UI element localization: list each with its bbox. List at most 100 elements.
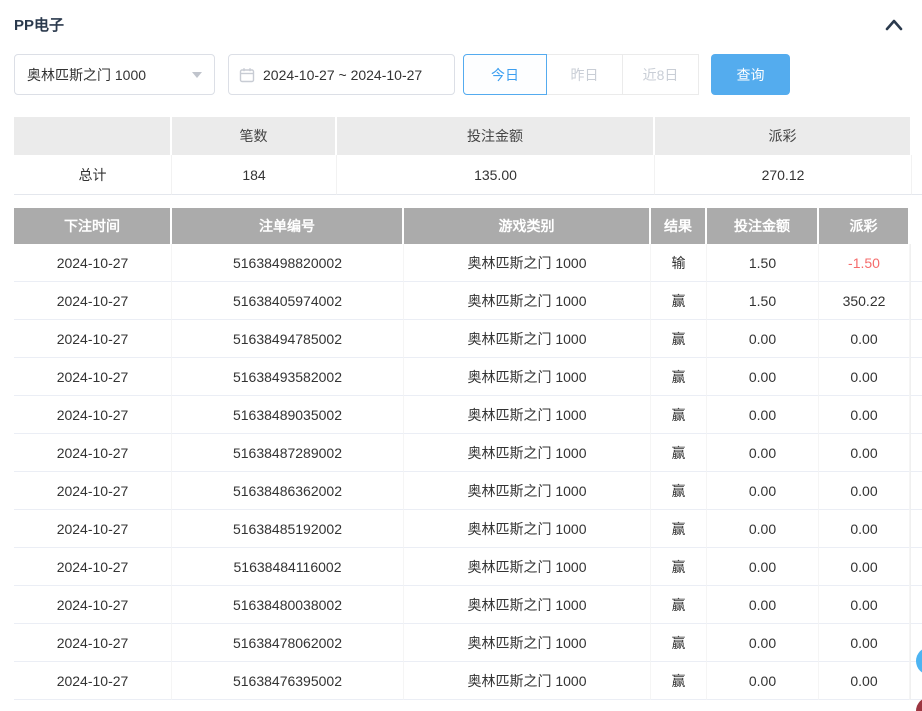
bet-result: 赢	[651, 396, 707, 434]
bet-time: 2024-10-27	[14, 586, 172, 624]
quick-range-button[interactable]: 近8日	[622, 54, 699, 95]
search-button[interactable]: 查询	[711, 54, 790, 95]
bet-amount: 0.00	[707, 320, 819, 358]
summary-table: 笔数 投注金额 派彩 总计 184 135.00 270.12	[14, 117, 922, 195]
bet-header-cell: 结果	[651, 208, 707, 244]
summary-overflow-cell	[912, 155, 922, 195]
bet-payout: 0.00	[819, 358, 910, 396]
bet-time: 2024-10-27	[14, 434, 172, 472]
bet-game: 奥林匹斯之门 1000	[404, 510, 651, 548]
summary-header-cell: 笔数	[172, 117, 337, 155]
game-select[interactable]: 奥林匹斯之门 1000	[14, 54, 215, 95]
bet-game: 奥林匹斯之门 1000	[404, 244, 651, 282]
bet-amount: 0.00	[707, 586, 819, 624]
bet-payout: 0.00	[819, 586, 910, 624]
quick-range-button[interactable]: 昨日	[546, 54, 623, 95]
bet-time: 2024-10-27	[14, 472, 172, 510]
bet-game: 奥林匹斯之门 1000	[404, 586, 651, 624]
bet-game: 奥林匹斯之门 1000	[404, 662, 651, 700]
chevron-up-icon[interactable]	[884, 18, 904, 32]
bet-game: 奥林匹斯之门 1000	[404, 320, 651, 358]
bet-game: 奥林匹斯之门 1000	[404, 358, 651, 396]
bet-header-cell: 派彩	[819, 208, 910, 244]
bet-row: 2024-10-27 51638478062002 奥林匹斯之门 1000 赢 …	[14, 624, 922, 662]
bet-id: 51638494785002	[172, 320, 404, 358]
bet-row: 2024-10-27 51638487289002 奥林匹斯之门 1000 赢 …	[14, 434, 922, 472]
bet-overflow-cell	[910, 586, 922, 624]
bet-payout: 0.00	[819, 624, 910, 662]
bet-payout: 0.00	[819, 548, 910, 586]
bet-overflow-cell	[910, 510, 922, 548]
bet-payout: 0.00	[819, 472, 910, 510]
bet-result: 赢	[651, 510, 707, 548]
bet-amount: 0.00	[707, 358, 819, 396]
bet-payout: 350.22	[819, 282, 910, 320]
summary-header-cell	[14, 117, 172, 155]
bet-amount: 0.00	[707, 624, 819, 662]
date-range-picker[interactable]: 2024-10-27 ~ 2024-10-27	[228, 54, 455, 95]
pp-electronic-panel: PP电子 奥林匹斯之门 1000 2024-10-27 ~ 2024-10-27…	[0, 0, 922, 700]
summary-count: 184	[172, 155, 337, 195]
caret-down-icon	[192, 72, 202, 78]
bet-result: 输	[651, 244, 707, 282]
bet-id: 51638485192002	[172, 510, 404, 548]
date-range-value: 2024-10-27 ~ 2024-10-27	[263, 67, 422, 83]
bet-payout: 0.00	[819, 662, 910, 700]
summary-total-label: 总计	[14, 155, 172, 195]
bet-id: 51638489035002	[172, 396, 404, 434]
bet-amount: 0.00	[707, 396, 819, 434]
bet-time: 2024-10-27	[14, 244, 172, 282]
summary-bet-amount: 135.00	[337, 155, 655, 195]
bet-row: 2024-10-27 51638484116002 奥林匹斯之门 1000 赢 …	[14, 548, 922, 586]
bet-header-cell: 注单编号	[172, 208, 404, 244]
bet-id: 51638478062002	[172, 624, 404, 662]
bet-overflow-cell	[910, 358, 922, 396]
bet-id: 51638484116002	[172, 548, 404, 586]
bet-result: 赢	[651, 434, 707, 472]
bet-time: 2024-10-27	[14, 510, 172, 548]
quick-range-button[interactable]: 今日	[463, 54, 547, 95]
calendar-icon	[239, 67, 255, 83]
bet-result: 赢	[651, 662, 707, 700]
bet-amount: 1.50	[707, 244, 819, 282]
summary-header-cell: 派彩	[655, 117, 912, 155]
bet-game: 奥林匹斯之门 1000	[404, 282, 651, 320]
bet-payout: 0.00	[819, 434, 910, 472]
bet-game: 奥林匹斯之门 1000	[404, 624, 651, 662]
summary-overflow-header	[912, 117, 922, 155]
bet-game: 奥林匹斯之门 1000	[404, 472, 651, 510]
bet-overflow-cell	[910, 320, 922, 358]
bet-id: 51638480038002	[172, 586, 404, 624]
bet-result: 赢	[651, 282, 707, 320]
bet-overflow-cell	[910, 396, 922, 434]
bet-id: 51638487289002	[172, 434, 404, 472]
panel-header: PP电子	[14, 14, 922, 35]
bet-time: 2024-10-27	[14, 282, 172, 320]
quick-range-group: 今日 昨日 近8日	[463, 54, 699, 95]
bet-payout: 0.00	[819, 396, 910, 434]
bet-amount: 0.00	[707, 662, 819, 700]
bet-result: 赢	[651, 472, 707, 510]
bet-row: 2024-10-27 51638405974002 奥林匹斯之门 1000 赢 …	[14, 282, 922, 320]
bet-id: 51638476395002	[172, 662, 404, 700]
bet-header-row: 下注时间 注单编号 游戏类别 结果 投注金额 派彩	[14, 208, 922, 244]
bet-result: 赢	[651, 358, 707, 396]
bet-table: 下注时间 注单编号 游戏类别 结果 投注金额 派彩 2024-10-27	[14, 208, 922, 700]
summary-header-row: 笔数 投注金额 派彩	[14, 117, 922, 155]
bet-payout: -1.50	[819, 244, 910, 282]
bet-header-cell: 游戏类别	[404, 208, 651, 244]
bet-amount: 0.00	[707, 472, 819, 510]
bet-payout: 0.00	[819, 320, 910, 358]
summary-total-row: 总计 184 135.00 270.12	[14, 155, 922, 195]
bet-overflow-cell	[910, 472, 922, 510]
bet-overflow-cell	[910, 244, 922, 282]
bet-game: 奥林匹斯之门 1000	[404, 434, 651, 472]
bet-payout: 0.00	[819, 510, 910, 548]
game-select-value: 奥林匹斯之门 1000	[27, 65, 146, 85]
bet-result: 赢	[651, 624, 707, 662]
bet-amount: 0.00	[707, 510, 819, 548]
bet-row: 2024-10-27 51638476395002 奥林匹斯之门 1000 赢 …	[14, 662, 922, 700]
bet-amount: 0.00	[707, 434, 819, 472]
bet-overflow-header	[910, 208, 922, 244]
bet-result: 赢	[651, 586, 707, 624]
